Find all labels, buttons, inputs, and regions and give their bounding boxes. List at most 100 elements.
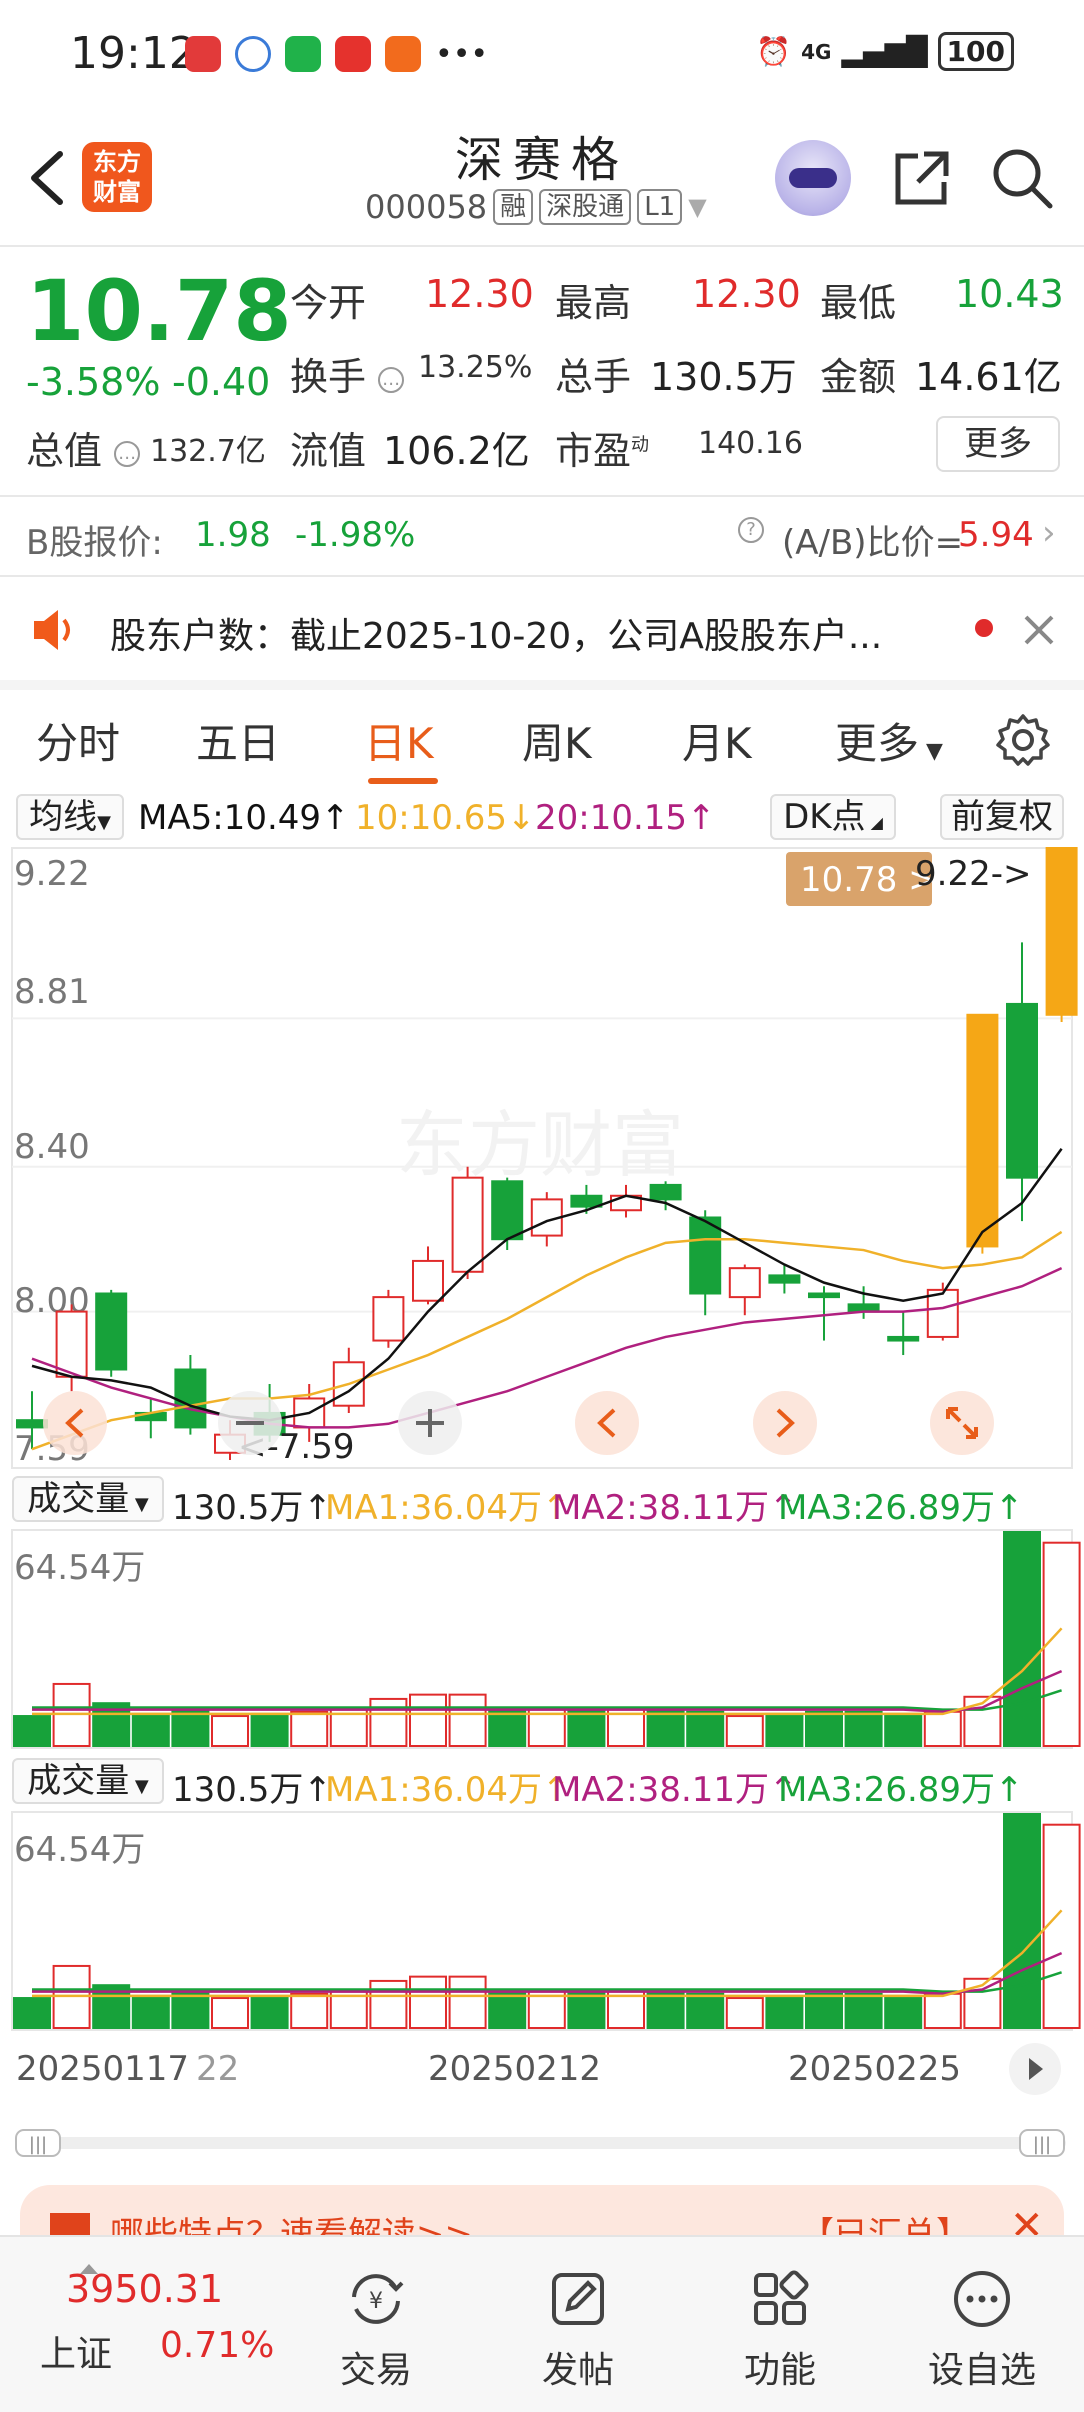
quote-divider — [0, 495, 1084, 497]
dropdown-arrow-icon: ▼ — [129, 1494, 149, 1515]
mcap-label[interactable]: 总值 … — [26, 420, 141, 475]
volume-bar — [131, 1712, 170, 1748]
vol-ma3: MA3:26.89万↑ — [778, 1488, 1024, 1528]
next-button[interactable] — [753, 1391, 817, 1455]
adjust-select[interactable]: 前复权 — [940, 794, 1064, 840]
candle-body — [966, 1013, 999, 1248]
volume-bar — [725, 1997, 764, 2030]
trade-button[interactable]: ¥ 交易 — [306, 2267, 446, 2393]
more-button[interactable]: 更多 — [936, 416, 1060, 472]
volume-bar — [765, 1712, 804, 1748]
post-button[interactable]: 发帖 — [508, 2267, 648, 2393]
tab-daily-k[interactable]: 日K — [364, 710, 434, 771]
vol-ma1: MA1:36.04万↑ — [325, 1488, 571, 1528]
scroll-left-button[interactable] — [43, 1391, 107, 1455]
ai-assistant-icon[interactable] — [775, 140, 851, 216]
signal-bars-icon: ▂▄▆█ — [841, 35, 928, 68]
share-icon[interactable] — [890, 146, 954, 210]
volume-bar — [805, 1992, 843, 2030]
margin-tag: 融 — [493, 189, 534, 225]
turnover-value: 13.25% — [418, 350, 533, 385]
tab-intraday[interactable]: 分时 — [36, 710, 120, 771]
unread-dot — [975, 619, 993, 637]
volume-indicator-select[interactable]: 成交量 ▼ — [12, 1476, 164, 1522]
watchlist-button[interactable]: 设自选 — [912, 2267, 1052, 2393]
date-label: 22 — [196, 2049, 239, 2089]
price-tick: 8.81 — [14, 972, 90, 1012]
zoom-in-button[interactable] — [398, 1391, 462, 1455]
volume-bar — [1003, 1531, 1041, 1747]
volume-bar — [884, 1994, 923, 2030]
tab-monthly-k[interactable]: 月K — [682, 710, 752, 771]
tab-weekly-k[interactable]: 周K — [522, 710, 592, 771]
index-pct[interactable]: 0.71% — [160, 2325, 274, 2366]
volume-bar — [1042, 1541, 1081, 1748]
indicator-select[interactable]: 均线▼ — [16, 794, 124, 840]
vol-ma1: MA1:36.04万↑ — [325, 1770, 571, 1810]
tab-more[interactable]: 更多 ▼ — [835, 710, 943, 771]
candle-body — [174, 1368, 207, 1429]
more-notifications-icon: ••• — [435, 36, 489, 72]
volume-bar — [369, 1697, 408, 1747]
turnover-label[interactable]: 换手 … — [290, 346, 405, 401]
chart-next-page-button[interactable] — [1009, 2043, 1061, 2095]
vol-ma3: MA3:26.89万↑ — [778, 1770, 1024, 1810]
function-button[interactable]: 功能 — [710, 2267, 850, 2393]
active-tab-indicator — [368, 778, 438, 784]
volume-ma-line — [32, 1971, 1062, 1993]
volume-indicator-select[interactable]: 成交量 ▼ — [12, 1758, 164, 1804]
volume-bar — [1042, 1823, 1081, 2030]
volume-bar — [13, 1997, 51, 2030]
change-amount: -0.40 — [172, 360, 271, 404]
wechat-icon — [285, 36, 321, 72]
help-icon[interactable]: ? — [738, 517, 764, 543]
low-label: 最低 — [820, 281, 897, 325]
ma-legend-row: 均线▼ MA5:10.49↑ 10:10.65↓ 20:10.15↑ DK点 ◢… — [0, 790, 1084, 842]
volume-value: 130.5万↑ — [172, 1770, 332, 1810]
vol-ma2: MA2:38.11万↑ — [552, 1488, 798, 1528]
info-icon: … — [378, 366, 405, 393]
stock-code: 000058 — [365, 188, 488, 226]
index-name[interactable]: 上证 — [40, 2325, 112, 2377]
bottom-toolbar: 3950.31 上证 0.71% ¥ 交易 发帖 功能 设自选 — [0, 2235, 1084, 2412]
candle-body — [412, 1259, 444, 1302]
mcap-value: 132.7亿 — [150, 434, 266, 469]
prev-button[interactable] — [575, 1391, 639, 1455]
status-time: 19:12 — [70, 28, 197, 79]
volume-bar — [805, 1710, 843, 1748]
volume-panel-1 — [11, 1529, 1081, 1749]
volume-legend-1: 成交量 ▼ 130.5万↑ MA1:36.04万↑ MA2:38.11万↑ MA… — [0, 1474, 1084, 1588]
chart-scrollbar[interactable]: ||| ||| — [15, 2129, 1066, 2157]
volume-ma-line — [32, 1669, 1063, 1714]
tab-five-day[interactable]: 五日 — [196, 710, 280, 771]
b-share-row[interactable]: B股报价: 1.98 -1.98% ? (A/B)比价= 5.94 › — [0, 505, 1084, 565]
notification-icons: ••• — [185, 36, 488, 72]
volume-value: 130.5万↑ — [172, 1488, 332, 1528]
high-label: 最高 — [555, 281, 632, 325]
alarm-icon: ⏰ — [756, 35, 792, 68]
fullscreen-button[interactable] — [930, 1391, 994, 1455]
zoom-out-button[interactable] — [218, 1391, 282, 1455]
stock-code-row[interactable]: 000058 融 深股通 L1 ▼ — [365, 188, 707, 226]
svg-text:|||: ||| — [1033, 2134, 1051, 2155]
chart-tabs: 分时 五日 日K 周K 月K 更多 ▼ — [0, 690, 1084, 790]
more-circle-icon — [954, 2271, 1010, 2327]
b-share-label: B股报价: — [26, 523, 163, 563]
volume-bar — [290, 1710, 329, 1748]
dk-point-select[interactable]: DK点 ◢ — [770, 794, 896, 840]
edit-icon — [552, 2273, 604, 2325]
close-icon[interactable] — [1022, 613, 1056, 647]
candle-body — [451, 1176, 484, 1273]
volume-bar — [923, 1710, 962, 1748]
volume-bar — [211, 1715, 249, 1747]
ab-ratio-value: 5.94 — [958, 515, 1034, 555]
candle-body — [649, 1183, 682, 1201]
notice-banner[interactable]: 股东户数：截止2025-10-20，公司A股股东户... — [0, 585, 1084, 675]
gear-icon[interactable] — [995, 712, 1051, 768]
volume-max-label: 64.54万 — [14, 1548, 146, 1588]
app-notification-icon — [185, 36, 221, 72]
search-icon[interactable] — [990, 146, 1054, 210]
notice-divider — [0, 680, 1084, 690]
watermark-logo: 东方财富 — [396, 1103, 684, 1187]
connect-tag: 深股通 — [539, 189, 632, 225]
